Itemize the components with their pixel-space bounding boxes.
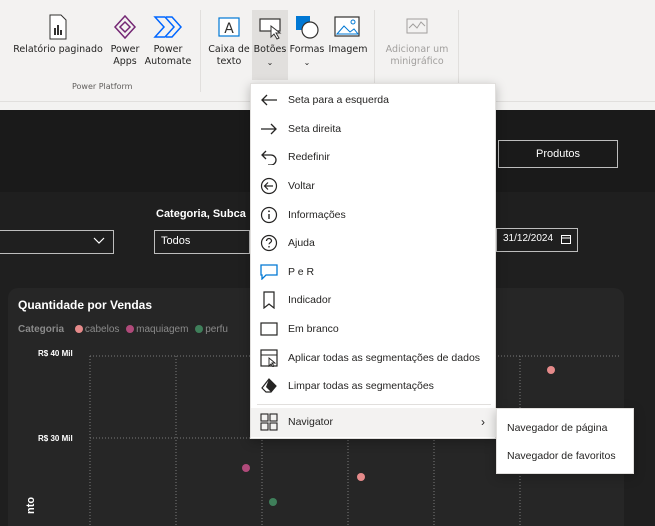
menu-item-info[interactable]: Informações — [251, 200, 497, 229]
menu-item-label: Ajuda — [288, 237, 315, 250]
text-box-icon: A — [218, 17, 240, 37]
menu-item-label: Em branco — [288, 323, 339, 336]
image-label: Imagem — [328, 44, 368, 55]
chevron-down-icon — [93, 234, 105, 249]
menu-item-navigator[interactable]: Navigator › — [251, 408, 497, 437]
chevron-right-icon: › — [481, 415, 485, 430]
sparkline-label-1: Adicionar um — [385, 44, 449, 55]
menu-separator — [257, 404, 491, 405]
svg-text:A: A — [224, 21, 234, 37]
y-tick-label: R$ 40 Mil — [38, 349, 73, 358]
data-point — [357, 473, 365, 481]
image-button[interactable]: Imagem — [328, 14, 368, 56]
category-slicer-dropdown[interactable]: Todos — [154, 230, 250, 254]
menu-item-label: Seta direita — [288, 122, 342, 135]
menu-item-label: Informações — [288, 208, 346, 221]
arrow-left-icon — [260, 91, 278, 109]
menu-item-reset[interactable]: Redefinir — [251, 143, 497, 172]
buttons-dropdown-menu: Seta para a esquerda Seta direita Redefi… — [250, 83, 497, 439]
reset-icon — [260, 148, 278, 166]
bookmark-icon — [260, 291, 278, 310]
left-slicer-dropdown[interactable] — [0, 230, 114, 254]
menu-item-label: Voltar — [288, 180, 315, 193]
qna-icon — [260, 263, 278, 281]
menu-item-help[interactable]: Ajuda — [251, 229, 497, 258]
menu-item-qna[interactable]: P e R — [251, 258, 497, 287]
shapes-label: Formas — [289, 44, 325, 55]
paginated-report-button[interactable]: Relatório paginado — [12, 14, 104, 56]
date-value: 31/12/2024 — [503, 233, 554, 244]
calendar-icon — [561, 234, 571, 247]
paginated-report-icon — [49, 14, 67, 40]
menu-item-label: Seta para a esquerda — [288, 94, 389, 107]
text-box-label-2: texto — [216, 56, 242, 67]
sparkline-label-2: minigráfico — [390, 56, 444, 67]
clear-slicers-icon — [260, 377, 278, 395]
text-box-button[interactable]: A Caixa de texto — [206, 14, 252, 68]
date-input[interactable]: 31/12/2024 — [496, 228, 578, 252]
shapes-icon — [296, 16, 319, 39]
menu-item-label: Indicador — [288, 294, 332, 307]
menu-item-apply-slicers[interactable]: Aplicar todas as segmentações de dados — [251, 343, 497, 372]
shapes-button[interactable]: Formas ⌄ — [289, 14, 325, 69]
power-automate-label-2: Automate — [144, 56, 192, 67]
category-slicer-title: Categoria, Subca — [156, 208, 246, 220]
menu-item-blank[interactable]: Em branco — [251, 315, 497, 344]
help-icon — [260, 234, 278, 252]
produtos-button[interactable]: Produtos — [498, 140, 618, 168]
submenu-item-bookmark-navigator[interactable]: Navegador de favoritos — [497, 441, 635, 471]
navigator-submenu: Navegador de página Navegador de favorit… — [496, 408, 634, 474]
data-point — [547, 366, 555, 374]
paginated-report-label: Relatório paginado — [13, 44, 103, 55]
power-platform-group-label: Power Platform — [72, 82, 133, 91]
menu-item-label: Redefinir — [288, 151, 331, 164]
menu-item-arrow-left[interactable]: Seta para a esquerda — [251, 86, 497, 115]
power-automate-label-1: Power — [153, 44, 183, 55]
menu-item-label: P e R — [288, 265, 315, 278]
ribbon-separator — [200, 10, 201, 92]
power-apps-icon — [113, 14, 137, 40]
ribbon-separator — [458, 10, 459, 92]
info-icon — [260, 206, 278, 224]
menu-item-label: Limpar todas as segmentações — [288, 380, 434, 393]
shapes-chevron-icon: ⌄ — [303, 58, 311, 67]
power-apps-label-1: Power — [110, 44, 140, 55]
menu-item-label: Aplicar todas as segmentações de dados — [288, 351, 481, 364]
menu-item-clear-slicers[interactable]: Limpar todas as segmentações — [251, 372, 497, 401]
y-axis-label: nto — [25, 497, 37, 514]
sparkline-button[interactable]: Adicionar um minigráfico — [380, 14, 454, 68]
image-icon — [334, 16, 360, 37]
menu-item-back[interactable]: Voltar — [251, 172, 497, 201]
navigator-icon — [260, 413, 278, 431]
text-box-label-1: Caixa de — [208, 44, 250, 55]
category-slicer-value: Todos — [161, 235, 191, 247]
sparkline-icon — [406, 18, 428, 34]
apply-slicers-icon — [260, 349, 278, 367]
buttons-icon — [259, 18, 282, 40]
power-apps-button[interactable]: Power Apps — [106, 14, 144, 68]
buttons-chevron-icon: ⌄ — [266, 58, 274, 67]
data-point — [242, 464, 250, 472]
y-tick-label: R$ 30 Mil — [38, 434, 73, 443]
menu-item-label: Navigator — [288, 416, 333, 429]
arrow-right-icon — [260, 120, 278, 138]
blank-icon — [260, 320, 278, 338]
power-apps-label-2: Apps — [113, 56, 137, 67]
power-automate-button[interactable]: Power Automate — [144, 14, 192, 68]
back-circle-icon — [260, 177, 278, 195]
data-point — [269, 498, 277, 506]
power-automate-icon — [153, 16, 183, 38]
buttons-button[interactable]: Botões ⌄ — [252, 10, 288, 80]
menu-item-bookmark[interactable]: Indicador — [251, 286, 497, 315]
submenu-item-page-navigator[interactable]: Navegador de página — [497, 413, 635, 443]
buttons-label: Botões — [253, 44, 287, 55]
menu-item-arrow-right[interactable]: Seta direita — [251, 115, 497, 144]
ribbon-separator — [374, 10, 375, 92]
